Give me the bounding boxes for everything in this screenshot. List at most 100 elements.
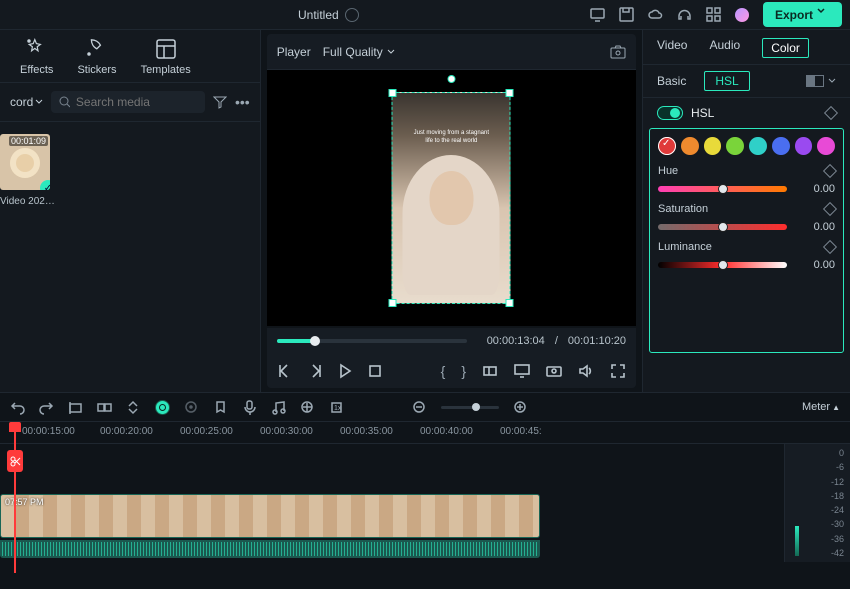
saturation-slider[interactable]: [658, 224, 787, 230]
cloud-icon[interactable]: [648, 7, 663, 22]
stop-icon[interactable]: [367, 363, 383, 379]
handle-tl[interactable]: [389, 89, 397, 97]
quality-dropdown[interactable]: Full Quality: [323, 45, 395, 59]
music-icon[interactable]: [271, 400, 286, 415]
record-dropdown[interactable]: cord: [10, 95, 43, 109]
preview-canvas[interactable]: Just moving from a stagnant life to the …: [267, 70, 636, 326]
timeline-ruler[interactable]: 00:00:15:00 00:00:20:00 00:00:25:00 00:0…: [0, 422, 850, 444]
inspector-tabs: Video Audio Color: [643, 30, 850, 65]
record-indicator-icon[interactable]: [155, 400, 170, 415]
zoom-slider[interactable]: [441, 406, 499, 409]
swatch-cyan[interactable]: [749, 137, 767, 155]
split-icon[interactable]: [97, 400, 112, 415]
display-icon[interactable]: [590, 7, 605, 22]
undo-icon[interactable]: [10, 400, 25, 415]
handle-tr[interactable]: [506, 89, 514, 97]
swatch-yellow[interactable]: [704, 137, 722, 155]
monitor-icon[interactable]: [514, 363, 530, 379]
hue-slider[interactable]: [658, 186, 787, 192]
saturation-value[interactable]: 0.00: [797, 221, 835, 233]
prev-frame-icon[interactable]: [277, 363, 293, 379]
export-button[interactable]: Export: [763, 2, 842, 27]
effects-label: Effects: [20, 64, 53, 76]
volume-icon[interactable]: [578, 363, 594, 379]
headphone-icon[interactable]: [677, 7, 692, 22]
luminance-slider[interactable]: [658, 262, 787, 268]
hue-value[interactable]: 0.00: [797, 183, 835, 195]
saturation-keyframe-icon[interactable]: [823, 202, 837, 216]
stickers-icon: [86, 38, 108, 60]
effects-tab[interactable]: Effects: [20, 38, 53, 76]
swatch-purple[interactable]: [795, 137, 813, 155]
subtab-hsl[interactable]: HSL: [704, 71, 749, 91]
saturation-handle[interactable]: [718, 222, 728, 232]
compare-toggle[interactable]: [806, 75, 836, 87]
clip-time-label: 07:57 PM: [5, 497, 44, 507]
luminance-value[interactable]: 0.00: [797, 259, 835, 271]
adjust-icon[interactable]: [300, 400, 315, 415]
filter-icon[interactable]: [213, 95, 227, 109]
save-icon[interactable]: [619, 7, 634, 22]
subtab-basic[interactable]: Basic: [657, 74, 686, 88]
handle-rotate[interactable]: [447, 75, 455, 83]
swatch-red[interactable]: [658, 137, 676, 155]
scrubber-handle[interactable]: [310, 336, 320, 346]
redo-icon[interactable]: [39, 400, 54, 415]
marker-icon[interactable]: [213, 400, 228, 415]
keyframe-icon[interactable]: [824, 106, 838, 120]
media-panel: Effects Stickers Templates cord •••: [0, 30, 261, 392]
hue-handle[interactable]: [718, 184, 728, 194]
play-icon[interactable]: [337, 363, 353, 379]
stickers-tab[interactable]: Stickers: [77, 38, 116, 76]
crop-icon[interactable]: [68, 400, 83, 415]
db-tick: -18: [785, 491, 844, 501]
handle-br[interactable]: [506, 299, 514, 307]
profile-avatar[interactable]: [735, 8, 749, 22]
expand-icon[interactable]: [126, 400, 141, 415]
playhead[interactable]: [14, 422, 16, 573]
handle-bl[interactable]: [389, 299, 397, 307]
cut-button[interactable]: [7, 450, 23, 472]
next-frame-icon[interactable]: [307, 363, 323, 379]
swatch-green[interactable]: [726, 137, 744, 155]
luminance-handle[interactable]: [718, 260, 728, 270]
swatch-orange[interactable]: [681, 137, 699, 155]
effects-tl-icon[interactable]: [184, 400, 199, 415]
tab-audio[interactable]: Audio: [709, 38, 740, 58]
timeline-tracks[interactable]: 07:57 PM 0 -6 -12 -18 -24 -30 -36 -42: [0, 444, 850, 562]
record-label: cord: [10, 95, 33, 109]
fullscreen-icon[interactable]: [610, 363, 626, 379]
luminance-keyframe-icon[interactable]: [823, 240, 837, 254]
swatch-blue[interactable]: [772, 137, 790, 155]
color-swatches: [658, 137, 835, 155]
scrubber[interactable]: [277, 339, 467, 343]
mic-icon[interactable]: [242, 400, 257, 415]
zoom-in-icon[interactable]: [513, 400, 528, 415]
zoom-out-icon[interactable]: [412, 400, 427, 415]
video-track-clip[interactable]: 07:57 PM: [0, 494, 540, 538]
speed-icon[interactable]: 1x: [329, 400, 344, 415]
snapshot-icon[interactable]: [610, 45, 626, 59]
selection-frame[interactable]: Just moving from a stagnant life to the …: [392, 92, 511, 304]
ruler-mark: 00:00:15:00: [22, 426, 75, 437]
audio-track-clip[interactable]: [0, 540, 540, 558]
zoom-handle[interactable]: [472, 403, 480, 411]
apps-icon[interactable]: [706, 7, 721, 22]
camera-icon[interactable]: [546, 363, 562, 379]
mark-out-icon[interactable]: }: [461, 363, 466, 379]
ratio-icon[interactable]: [482, 363, 498, 379]
meter-toggle[interactable]: Meter ▲: [802, 401, 840, 413]
mark-in-icon[interactable]: {: [441, 363, 446, 379]
tab-color[interactable]: Color: [762, 38, 809, 58]
meter-label: Meter: [802, 401, 830, 413]
media-clip[interactable]: 00:01:09 ✓ Video 202…: [0, 134, 60, 207]
db-tick: -36: [785, 534, 844, 544]
swatch-magenta[interactable]: [817, 137, 835, 155]
search-input[interactable]: [76, 95, 197, 109]
hue-keyframe-icon[interactable]: [823, 164, 837, 178]
tab-video[interactable]: Video: [657, 38, 687, 58]
hsl-toggle[interactable]: [657, 106, 683, 120]
search-box[interactable]: [51, 91, 205, 113]
templates-tab[interactable]: Templates: [141, 38, 191, 76]
more-icon[interactable]: •••: [235, 94, 250, 110]
